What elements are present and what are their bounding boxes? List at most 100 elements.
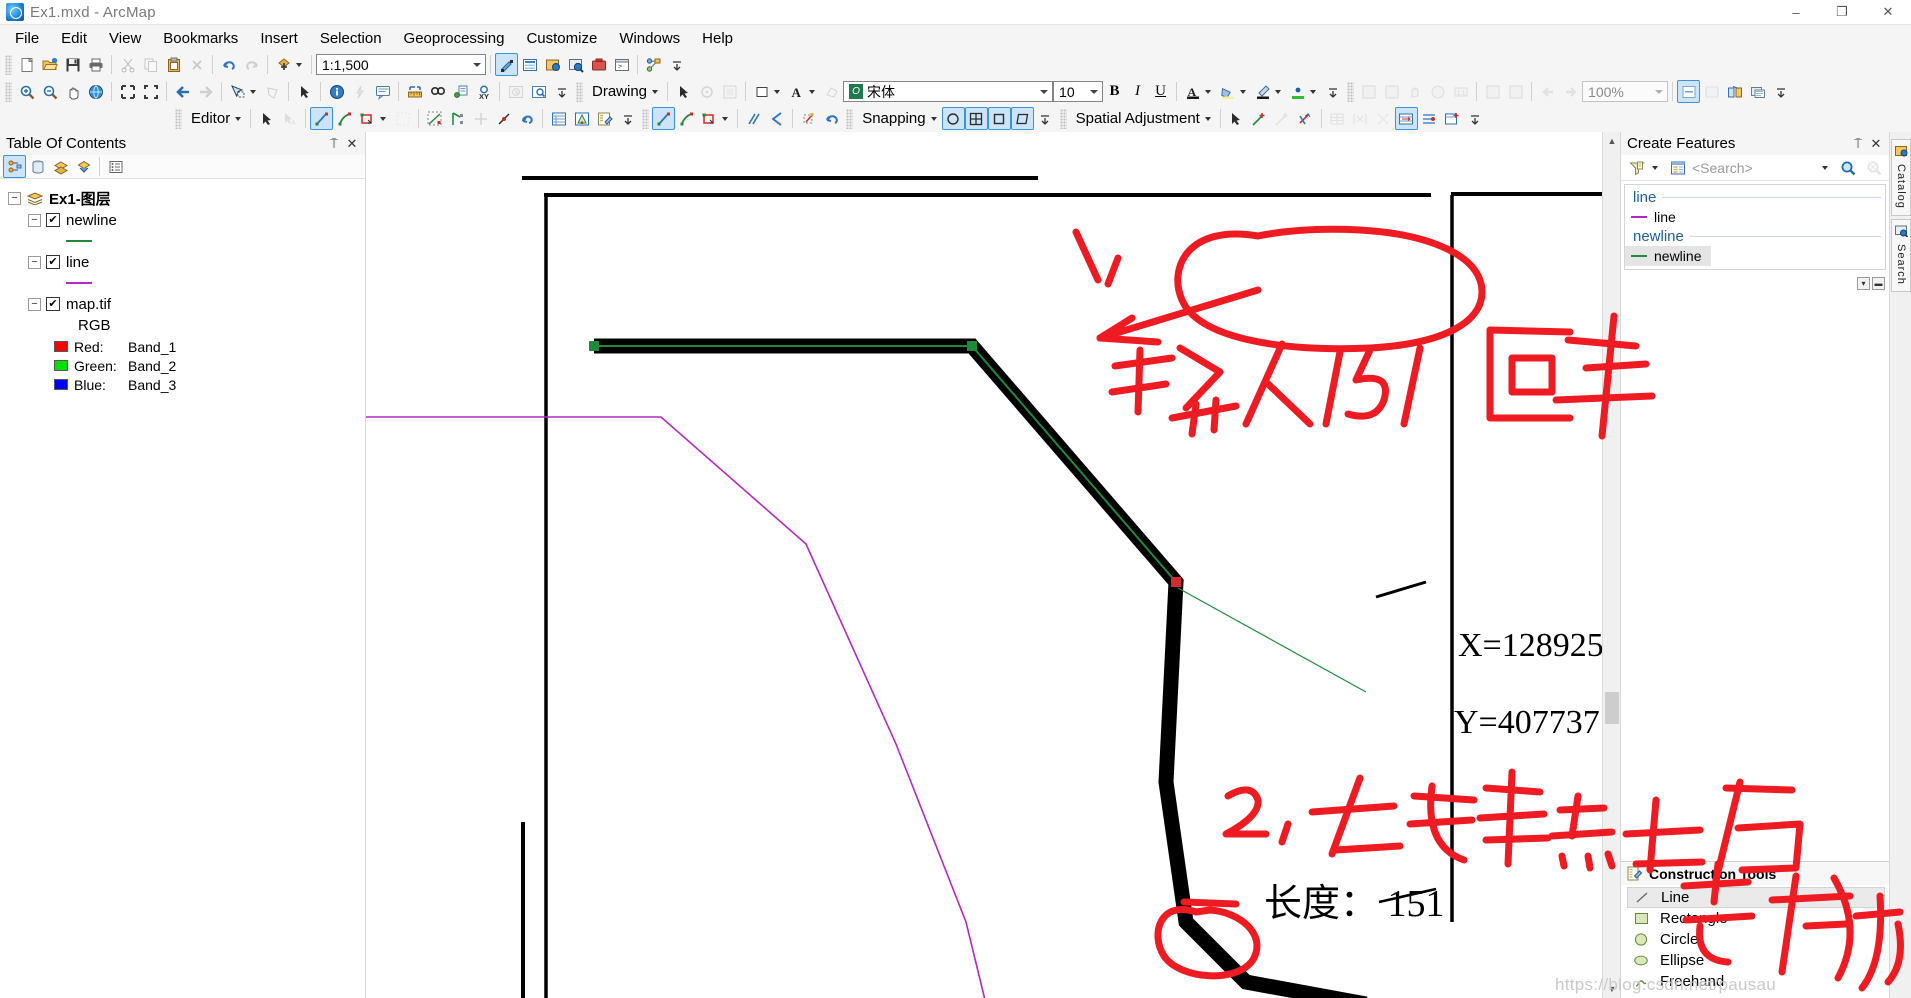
viewer-zoom-combo[interactable]: 100%: [1582, 81, 1669, 102]
trace-icon[interactable]: [698, 107, 721, 130]
perpendicular-icon[interactable]: [765, 107, 788, 130]
toolbar-overflow-icon[interactable]: [616, 107, 639, 130]
list-by-visibility-icon[interactable]: [49, 155, 72, 178]
editor-toolbar-grip[interactable]: [175, 108, 182, 129]
drawing-effects-icon[interactable]: [820, 80, 843, 103]
cut-icon[interactable]: [116, 53, 139, 76]
construction-tool-line[interactable]: Line: [1627, 887, 1885, 908]
spatial-adjustment-dropdown-icon[interactable]: [1204, 116, 1211, 121]
viewer-window-icon[interactable]: [1677, 80, 1701, 103]
save-icon[interactable]: [61, 53, 84, 76]
swipe-icon[interactable]: [1723, 80, 1746, 103]
expand-collapse-icon[interactable]: −: [8, 191, 21, 205]
flicker-icon[interactable]: [1746, 80, 1769, 103]
organize-templates-icon[interactable]: [1625, 156, 1648, 179]
underline-button[interactable]: U: [1149, 80, 1172, 103]
new-displacement-link-icon[interactable]: [1248, 107, 1271, 130]
toc-layer-line[interactable]: − line: [6, 251, 365, 273]
sketch-properties-icon[interactable]: [570, 107, 593, 130]
editor-menu-label[interactable]: Editor: [185, 110, 234, 127]
viewer-zoom-out-icon[interactable]: [1380, 80, 1403, 103]
list-by-drawing-order-icon[interactable]: [3, 155, 26, 178]
catalog-icon[interactable]: [541, 53, 564, 76]
options-icon[interactable]: [104, 155, 127, 178]
create-viewer-window-icon[interactable]: [527, 80, 550, 103]
align-icon[interactable]: [718, 80, 741, 103]
side-tab-search[interactable]: Search: [1891, 218, 1911, 292]
toc-layer-newline[interactable]: − newline: [6, 209, 365, 231]
drawing-dropdown-icon[interactable]: [652, 89, 659, 94]
time-slider-icon[interactable]: [504, 80, 527, 103]
zoom-in-icon[interactable]: [15, 80, 38, 103]
list-by-source-icon[interactable]: [26, 155, 49, 178]
map-vertical-scrollbar[interactable]: ▲ ▼: [1602, 132, 1620, 998]
trace-dropdown-icon[interactable]: [380, 116, 387, 121]
line-color-icon[interactable]: [1251, 80, 1274, 103]
create-features-icon[interactable]: [593, 107, 616, 130]
viewer-fixed-zoom-in-icon[interactable]: [1481, 80, 1504, 103]
new-map-icon[interactable]: [15, 53, 38, 76]
edit-annotation-icon[interactable]: A: [278, 107, 301, 130]
rotate-icon[interactable]: [695, 80, 718, 103]
menu-item-selection[interactable]: Selection: [309, 27, 393, 50]
line-color-dropdown-icon[interactable]: [1275, 89, 1282, 94]
python-window-icon[interactable]: >: [610, 53, 633, 76]
font-name-combo[interactable]: O 宋体: [843, 81, 1054, 102]
template-item-line[interactable]: line: [1625, 207, 1885, 227]
add-data-dropdown-icon[interactable]: [296, 62, 302, 67]
go-back-icon[interactable]: [171, 80, 194, 103]
clear-search-icon[interactable]: [1862, 156, 1885, 179]
go-to-xy-icon[interactable]: XY: [472, 80, 495, 103]
menu-item-bookmarks[interactable]: Bookmarks: [152, 27, 249, 50]
template-group-newline[interactable]: newline: [1625, 227, 1885, 246]
italic-button[interactable]: I: [1126, 80, 1149, 103]
toolbar-grip[interactable]: [5, 81, 12, 102]
scrollbar-thumb[interactable]: [1605, 692, 1619, 724]
table-of-contents-icon[interactable]: [518, 53, 541, 76]
expand-collapse-icon[interactable]: −: [28, 255, 41, 269]
toolbar-overflow-icon[interactable]: [665, 53, 688, 76]
add-data-icon[interactable]: [272, 53, 295, 76]
find-icon[interactable]: [426, 80, 449, 103]
viewer-pan-icon[interactable]: [1403, 80, 1426, 103]
trace-icon[interactable]: [356, 107, 379, 130]
hyperlink-icon[interactable]: [348, 80, 371, 103]
midpoint-icon[interactable]: [391, 107, 414, 130]
identify-icon[interactable]: [325, 80, 348, 103]
fill-color-icon[interactable]: [750, 80, 773, 103]
close-button[interactable]: ✕: [1865, 0, 1911, 25]
new-identity-link-icon[interactable]: [1271, 107, 1294, 130]
vertex-snapping-icon[interactable]: [987, 107, 1011, 130]
distance-distance-icon[interactable]: [423, 107, 446, 130]
intersection-icon[interactable]: [446, 107, 469, 130]
edge-match-icon[interactable]: [1349, 107, 1372, 130]
viewer-snapshot-icon[interactable]: [1700, 80, 1723, 103]
snapping-dropdown-icon[interactable]: [930, 116, 937, 121]
list-by-selection-icon[interactable]: [72, 155, 95, 178]
edit-tool-icon[interactable]: [255, 107, 278, 130]
bold-button[interactable]: B: [1103, 80, 1126, 103]
construction-tool-ellipse[interactable]: Ellipse: [1627, 950, 1885, 971]
arc-icon[interactable]: [469, 107, 492, 130]
menu-item-customize[interactable]: Customize: [515, 27, 608, 50]
end-point-arc-icon[interactable]: [333, 107, 356, 130]
drawing-menu-label[interactable]: Drawing: [586, 83, 651, 100]
menu-item-file[interactable]: File: [4, 27, 50, 50]
fill-color-dropdown-icon[interactable]: [774, 89, 781, 94]
create-new-template-icon[interactable]: [1666, 156, 1689, 179]
create-features-close-icon[interactable]: ✕: [1868, 136, 1884, 152]
view-link-table-icon[interactable]: [1394, 107, 1418, 130]
create-features-pin-icon[interactable]: ⍑: [1850, 136, 1866, 152]
straight-segment-icon[interactable]: [652, 107, 676, 130]
menu-item-edit[interactable]: Edit: [50, 27, 98, 50]
marker-color-icon[interactable]: [1286, 80, 1309, 103]
layer-visibility-checkbox[interactable]: [46, 297, 60, 311]
measure-icon[interactable]: [403, 80, 426, 103]
viewer-zoom-in-icon[interactable]: [1357, 80, 1380, 103]
undo-icon[interactable]: [217, 53, 240, 76]
toc-layer-maptif[interactable]: − map.tif: [6, 293, 365, 315]
editor2-toolbar-grip[interactable]: [642, 108, 650, 129]
multiple-links-icon[interactable]: [1294, 107, 1317, 130]
restore-icon[interactable]: ▬: [1872, 277, 1885, 290]
delete-icon[interactable]: [185, 53, 208, 76]
